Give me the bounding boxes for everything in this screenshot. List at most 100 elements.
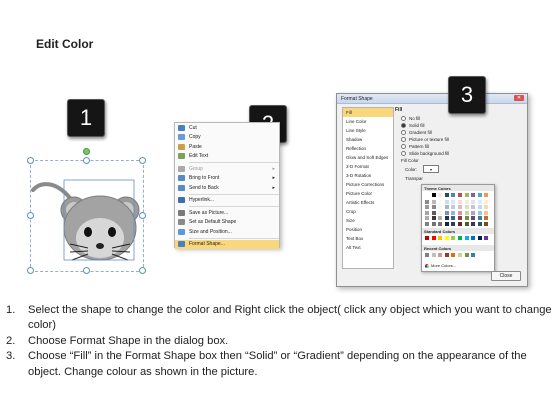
color-swatch[interactable] — [458, 236, 462, 240]
color-swatch[interactable] — [444, 221, 449, 226]
color-swatch[interactable] — [477, 216, 482, 220]
color-picker-button[interactable]: ▾ — [423, 165, 440, 173]
color-swatch[interactable] — [425, 216, 429, 220]
color-swatch[interactable] — [471, 193, 476, 197]
color-swatch[interactable] — [451, 205, 456, 209]
color-swatch[interactable] — [484, 216, 489, 220]
color-swatch[interactable] — [444, 193, 449, 197]
color-swatch[interactable] — [464, 210, 469, 215]
menu-item[interactable]: Copy — [175, 133, 279, 143]
category-item[interactable]: Position — [343, 225, 393, 234]
color-swatch[interactable] — [444, 199, 449, 204]
color-swatch[interactable] — [425, 205, 429, 209]
color-swatch[interactable] — [477, 199, 482, 204]
menu-item[interactable]: Edit Text — [175, 152, 279, 162]
color-swatch[interactable] — [425, 236, 429, 240]
color-swatch[interactable] — [425, 221, 429, 226]
color-swatch[interactable] — [471, 199, 476, 204]
color-swatch[interactable] — [451, 210, 456, 215]
color-swatch[interactable] — [484, 221, 489, 226]
color-swatch[interactable] — [438, 199, 443, 204]
color-swatch[interactable] — [458, 221, 462, 226]
fill-option-radio[interactable]: Gradient fill — [395, 129, 521, 136]
color-swatch[interactable] — [438, 205, 443, 209]
fill-option-radio[interactable]: Pattern fill — [395, 143, 521, 150]
color-swatch[interactable] — [438, 221, 443, 226]
menu-item[interactable]: Bring to Front ▸ — [175, 174, 279, 184]
color-swatch[interactable] — [438, 216, 443, 220]
color-swatch[interactable] — [464, 193, 469, 197]
category-item[interactable]: Line Style — [343, 126, 393, 135]
fill-option-radio[interactable]: Picture or texture fill — [395, 136, 521, 143]
color-swatch[interactable] — [464, 221, 469, 226]
fill-option-radio[interactable]: Solid fill — [395, 122, 521, 129]
color-swatch[interactable] — [438, 253, 443, 257]
color-swatch[interactable] — [425, 193, 429, 197]
category-item[interactable]: Glow and Soft Edges — [343, 153, 393, 162]
category-item[interactable]: Crop — [343, 207, 393, 216]
color-swatch[interactable] — [458, 210, 462, 215]
color-swatch[interactable] — [477, 193, 482, 197]
category-item[interactable]: Reflection — [343, 144, 393, 153]
color-swatch[interactable] — [425, 253, 429, 257]
color-swatch[interactable] — [431, 253, 436, 257]
color-swatch[interactable] — [471, 210, 476, 215]
color-swatch[interactable] — [444, 236, 449, 240]
category-item[interactable]: 3-D Rotation — [343, 171, 393, 180]
color-swatch[interactable] — [438, 236, 443, 240]
color-swatch[interactable] — [431, 221, 436, 226]
color-swatch[interactable] — [484, 199, 489, 204]
fill-option-radio[interactable]: No fill — [395, 115, 521, 122]
color-swatch[interactable] — [484, 236, 489, 240]
menu-item[interactable]: Size and Position... — [175, 227, 279, 237]
close-icon[interactable]: ✕ — [514, 95, 524, 101]
color-swatch[interactable] — [431, 216, 436, 220]
color-swatch[interactable] — [444, 205, 449, 209]
color-swatch[interactable] — [477, 221, 482, 226]
color-swatch[interactable] — [484, 193, 489, 197]
color-swatch[interactable] — [458, 199, 462, 204]
category-item[interactable]: Line Color — [343, 117, 393, 126]
category-item[interactable]: Picture Corrections — [343, 180, 393, 189]
color-swatch[interactable] — [431, 210, 436, 215]
color-swatch[interactable] — [425, 210, 429, 215]
color-swatch[interactable] — [451, 216, 456, 220]
menu-item[interactable]: Hyperlink... — [175, 196, 279, 206]
color-swatch[interactable] — [451, 193, 456, 197]
menu-item[interactable]: Send to Back ▸ — [175, 183, 279, 193]
color-swatch[interactable] — [484, 205, 489, 209]
color-swatch[interactable] — [464, 236, 469, 240]
color-swatch[interactable] — [471, 205, 476, 209]
color-swatch[interactable] — [471, 236, 476, 240]
menu-item[interactable]: Set as Default Shape — [175, 218, 279, 228]
color-swatch[interactable] — [471, 221, 476, 226]
color-swatch[interactable] — [484, 210, 489, 215]
color-swatch[interactable] — [477, 205, 482, 209]
color-swatch[interactable] — [438, 193, 443, 197]
color-swatch[interactable] — [451, 221, 456, 226]
color-swatch[interactable] — [464, 205, 469, 209]
mouse-icon[interactable] — [30, 160, 144, 272]
menu-item[interactable]: Format Shape... — [175, 239, 279, 249]
color-swatch[interactable] — [458, 216, 462, 220]
more-colors-item[interactable]: More Colors... — [425, 263, 456, 268]
color-swatch[interactable] — [458, 205, 462, 209]
color-swatch[interactable] — [464, 216, 469, 220]
menu-item[interactable]: Paste — [175, 142, 279, 152]
category-item[interactable]: Shadow — [343, 135, 393, 144]
fill-option-radio[interactable]: Slide background fill — [395, 150, 521, 157]
category-item[interactable]: Size — [343, 216, 393, 225]
menu-item[interactable]: Group ▸ — [175, 164, 279, 174]
color-swatch[interactable] — [444, 210, 449, 215]
color-swatch[interactable] — [431, 193, 436, 197]
color-swatch[interactable] — [464, 199, 469, 204]
color-swatch[interactable] — [444, 253, 449, 257]
color-swatch[interactable] — [458, 193, 462, 197]
color-swatch[interactable] — [451, 236, 456, 240]
category-item[interactable]: Alt Text — [343, 243, 393, 252]
color-swatch[interactable] — [477, 236, 482, 240]
color-swatch[interactable] — [451, 253, 456, 257]
color-swatch[interactable] — [425, 199, 429, 204]
category-item[interactable]: Picture Color — [343, 189, 393, 198]
color-swatch[interactable] — [451, 199, 456, 204]
